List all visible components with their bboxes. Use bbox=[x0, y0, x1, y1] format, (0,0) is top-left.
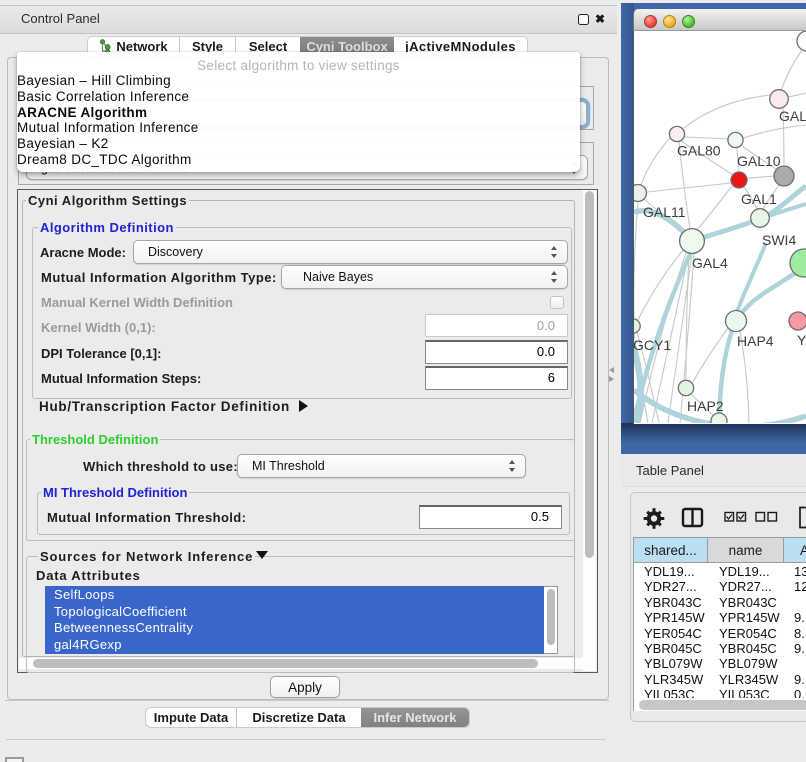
svg-text:HAP2: HAP2 bbox=[687, 398, 724, 414]
svg-text:HAP4: HAP4 bbox=[737, 333, 774, 349]
svg-text:GAL2: GAL2 bbox=[779, 108, 806, 124]
svg-text:GAL11: GAL11 bbox=[643, 204, 686, 220]
svg-text:GAL80: GAL80 bbox=[677, 143, 721, 159]
svg-text:GAL10: GAL10 bbox=[737, 153, 781, 169]
svg-text:YJ: YJ bbox=[797, 332, 806, 348]
svg-text:GCY1: GCY1 bbox=[634, 337, 671, 353]
svg-text:GAL1: GAL1 bbox=[741, 191, 777, 207]
svg-text:GAL4: GAL4 bbox=[692, 255, 728, 271]
svg-text:SWI4: SWI4 bbox=[762, 232, 796, 248]
